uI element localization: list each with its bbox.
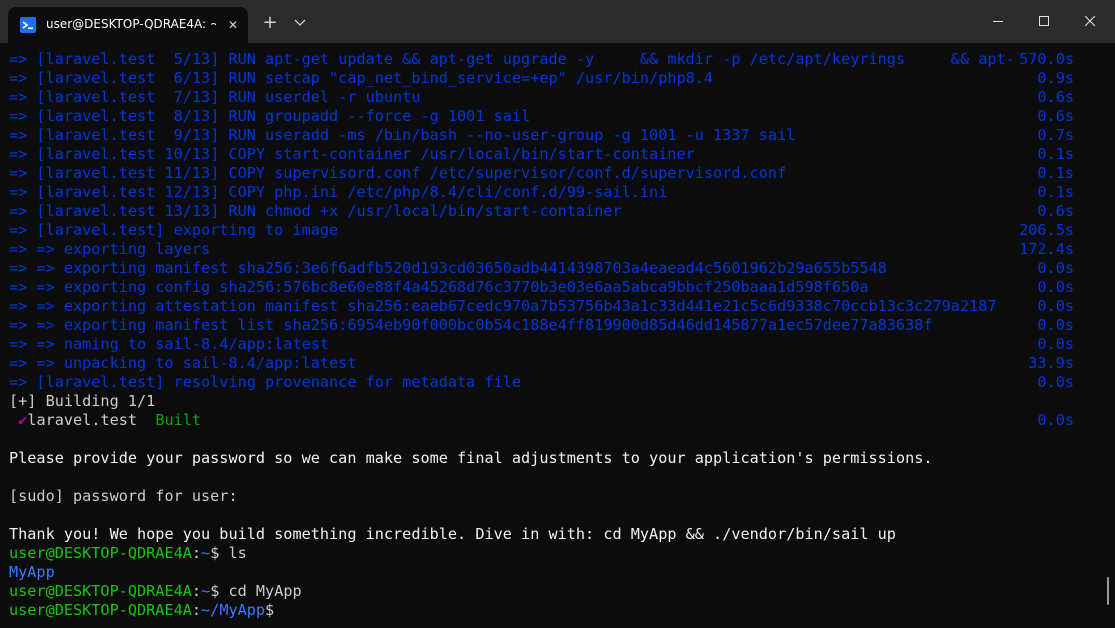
build-line-text: => [laravel.test 13/13] RUN chmod +x /us… — [9, 202, 622, 220]
build-line-text: => => exporting config sha256:576bc8e60e… — [9, 278, 869, 296]
build-line-time: 0.1s — [1037, 164, 1074, 182]
scrollbar-thumb[interactable] — [1107, 577, 1109, 605]
prompt-dollar: $ — [265, 601, 275, 619]
terminal-window: user@DESKTOP-QDRAE4A: ~/ ✕ + => [laravel… — [0, 0, 1115, 628]
build-line: => [laravel.test 13/13] RUN chmod +x /us… — [9, 202, 1109, 221]
built-service-name: laravel.test — [27, 411, 138, 429]
build-line-time: 0.0s — [1037, 335, 1074, 353]
built-line: ✔laravel.test Built 0.0s — [9, 411, 1109, 430]
password-message: Please provide your password so we can m… — [9, 449, 933, 467]
build-line-text: => => exporting manifest sha256:3e6f6adf… — [9, 259, 887, 277]
build-line-time: 570.0s — [1019, 50, 1074, 68]
build-line-time: 0.0s — [1037, 316, 1074, 334]
build-line-text: => => unpacking to sail-8.4/app:latest — [9, 354, 357, 372]
build-line-time: 0.6s — [1037, 202, 1074, 220]
tab-close-icon[interactable]: ✕ — [224, 16, 242, 34]
build-line: => [laravel.test] exporting to image 206.… — [9, 221, 1109, 240]
prompt-path: ~ — [201, 544, 211, 562]
command-text: ls — [219, 544, 247, 562]
build-line-time: 172.4s — [1019, 240, 1074, 258]
build-line-time: 0.6s — [1037, 107, 1074, 125]
built-status: Built — [155, 411, 202, 429]
build-line-time: 0.6s — [1037, 88, 1074, 106]
close-window-button[interactable] — [1067, 0, 1113, 43]
command-text: cd MyApp — [219, 582, 302, 600]
build-line: => => exporting attestation manifest sha… — [9, 297, 1109, 316]
thank-you-message: Thank you! We hope you build something i… — [9, 525, 896, 543]
build-line: => [laravel.test 8/13] RUN groupadd --fo… — [9, 107, 1109, 126]
build-line-text: => => naming to sail-8.4/app:latest — [9, 335, 330, 353]
build-line: => [laravel.test 7/13] RUN userdel -r ub… — [9, 88, 1109, 107]
prompt-line: user@DESKTOP-QDRAE4A:~$ ls — [9, 544, 1109, 563]
terminal-output[interactable]: => [laravel.test 5/13] RUN apt-get updat… — [0, 48, 1115, 628]
build-line-text: => => exporting manifest list sha256:695… — [9, 316, 933, 334]
build-line: => [laravel.test 12/13] COPY php.ini /et… — [9, 183, 1109, 202]
build-line: => [laravel.test 6/13] RUN setcap "cap_n… — [9, 69, 1109, 88]
build-line-time: 0.1s — [1037, 145, 1074, 163]
build-line-text: => [laravel.test 10/13] COPY start-conta… — [9, 145, 695, 163]
close-icon — [1085, 16, 1095, 26]
checkmark-icon: ✔ — [18, 411, 28, 429]
title-bar: user@DESKTOP-QDRAE4A: ~/ ✕ + — [0, 0, 1115, 43]
build-line: => => naming to sail-8.4/app:latest 0.0s — [9, 335, 1109, 354]
build-line-time: 0.1s — [1037, 183, 1074, 201]
build-line-time: 0.0s — [1037, 278, 1074, 296]
build-line: => => unpacking to sail-8.4/app:latest 33… — [9, 354, 1109, 373]
prompt-colon: : — [191, 544, 202, 562]
ls-output: MyApp — [9, 563, 55, 581]
build-line-time: 33.9s — [1028, 354, 1074, 372]
prompt-dollar: $ — [210, 582, 220, 600]
chevron-down-icon — [294, 19, 306, 26]
prompt-line-current: user@DESKTOP-QDRAE4A:~/MyApp$ — [9, 601, 1109, 620]
build-line-text: => [laravel.test 11/13] COPY supervisord… — [9, 164, 787, 182]
build-line: => => exporting manifest sha256:3e6f6adf… — [9, 259, 1109, 278]
minimize-button[interactable] — [975, 0, 1021, 43]
build-line-text: => [laravel.test] exporting to image — [9, 221, 339, 239]
prompt-user: user@DESKTOP-QDRAE4A — [9, 544, 192, 562]
terminal-tab[interactable]: user@DESKTOP-QDRAE4A: ~/ ✕ — [8, 7, 248, 43]
build-line: => [laravel.test 9/13] RUN useradd -ms /… — [9, 126, 1109, 145]
build-line-text: => [laravel.test 7/13] RUN userdel -r ub… — [9, 88, 421, 106]
prompt-line: user@DESKTOP-QDRAE4A:~$ cd MyApp — [9, 582, 1109, 601]
build-line-text: => => exporting layers — [9, 240, 211, 258]
prompt-path: ~/MyApp — [201, 601, 266, 619]
maximize-icon — [1039, 16, 1049, 26]
tab-dropdown-button[interactable] — [288, 12, 312, 34]
build-line-time: 0.0s — [1037, 297, 1074, 315]
build-line-time: 0.7s — [1037, 126, 1074, 144]
prompt-colon: : — [191, 582, 202, 600]
new-tab-button[interactable]: + — [258, 12, 282, 34]
prompt-dollar: $ — [210, 544, 220, 562]
sudo-prompt: [sudo] password for user: — [9, 487, 238, 505]
prompt-user: user@DESKTOP-QDRAE4A — [9, 601, 192, 619]
build-line-time: 0.9s — [1037, 69, 1074, 87]
build-line: => [laravel.test 5/13] RUN apt-get updat… — [9, 50, 1109, 69]
build-line-text: => [laravel.test 6/13] RUN setcap "cap_n… — [9, 69, 714, 87]
building-status: [+] Building 1/1 — [9, 392, 156, 410]
build-line-time: 206.5s — [1019, 221, 1074, 239]
build-line: => [laravel.test 11/13] COPY supervisord… — [9, 164, 1109, 183]
build-line-text: => [laravel.test] resolving provenance f… — [9, 373, 522, 391]
built-time: 0.0s — [1037, 411, 1074, 429]
terminal-icon — [20, 17, 36, 33]
build-line-text: => [laravel.test 5/13] RUN apt-get updat… — [9, 50, 1015, 68]
prompt-path: ~ — [201, 582, 211, 600]
build-line-text: => [laravel.test 12/13] COPY php.ini /et… — [9, 183, 668, 201]
build-line-text: => => exporting attestation manifest sha… — [9, 297, 997, 315]
build-line: => => exporting manifest list sha256:695… — [9, 316, 1109, 335]
build-line: => [laravel.test 10/13] COPY start-conta… — [9, 145, 1109, 164]
build-line-text: => [laravel.test 8/13] RUN groupadd --fo… — [9, 107, 531, 125]
build-line-text: => [laravel.test 9/13] RUN useradd -ms /… — [9, 126, 796, 144]
build-line-time: 0.0s — [1037, 373, 1074, 391]
minimize-icon — [993, 21, 1003, 22]
build-line: => [laravel.test] resolving provenance f… — [9, 373, 1109, 392]
build-line-time: 0.0s — [1037, 259, 1074, 277]
prompt-colon: : — [191, 601, 202, 619]
prompt-user: user@DESKTOP-QDRAE4A — [9, 582, 192, 600]
build-line: => => exporting layers 172.4s — [9, 240, 1109, 259]
maximize-button[interactable] — [1021, 0, 1067, 43]
tab-title: user@DESKTOP-QDRAE4A: ~/ — [46, 17, 216, 31]
build-line: => => exporting config sha256:576bc8e60e… — [9, 278, 1109, 297]
